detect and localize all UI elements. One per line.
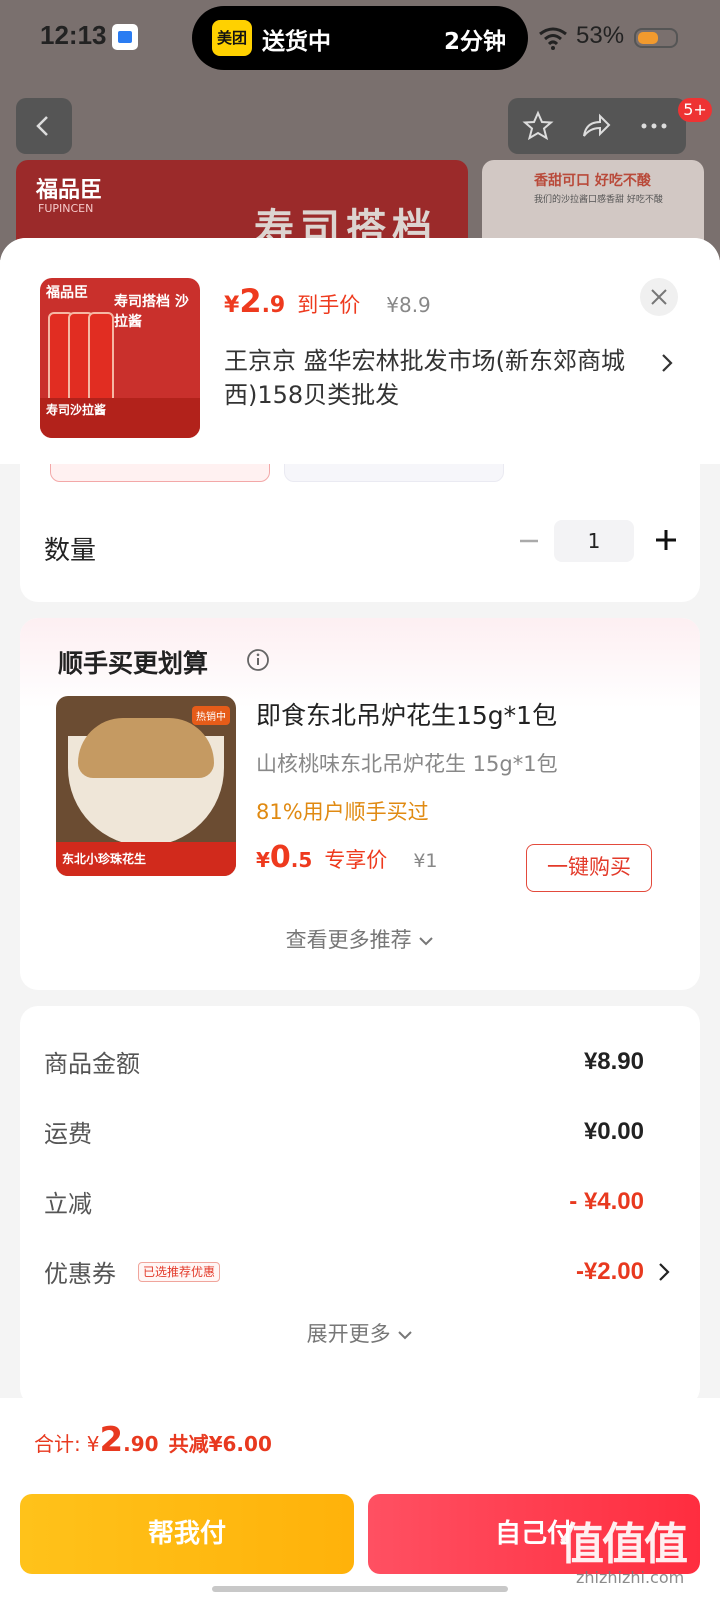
price-decimal: .5 [290,848,313,872]
summary-label: 优惠券 [44,1260,116,1288]
summary-value: ¥8.90 [583,1048,644,1075]
recommend-item-sub: 山核桃味东北吊炉花生 15g*1包 [256,752,558,776]
summary-row-shipping: 运费 ¥0.00 [20,1114,700,1154]
thumb-footer: 寿司沙拉酱 [40,398,200,438]
price-tag: 到手价 [297,293,361,317]
order-sheet: 数量 1 福品臣 寿司搭档 沙拉酱 寿司沙拉酱 ¥ 2 .9 到手价 ¥8.9 … [0,238,720,1600]
recommend-image-footer: 东北小珍珠花生 [56,842,236,876]
thumb-brand: 福品臣 [46,285,88,301]
battery-icon [634,28,678,48]
banner-brand: 福品臣 [36,178,103,203]
notification-badge: 5+ [678,98,712,122]
total-decimal: .90 [123,1432,159,1456]
one-click-buy-button[interactable]: 一键购买 [526,844,652,892]
thumb-title: 寿司搭档 沙拉酱 [114,294,189,330]
recommend-title: 顺手买更划算 [58,649,209,678]
star-icon[interactable] [522,110,554,142]
more-recommend-label: 查看更多推荐 [285,928,412,952]
price-symbol: ¥ [256,848,270,872]
recommend-item-price: ¥ 0 .5 专享价 ¥1 [256,840,438,875]
price-integer: 0 [269,840,291,875]
back-button[interactable] [16,98,72,154]
help-me-pay-button[interactable]: 帮我付 [20,1494,354,1574]
quantity-value[interactable]: 1 [554,520,634,562]
banner-brand-sub: FUPINCEN [38,202,94,215]
more-recommend-link[interactable]: 查看更多推荐 [20,924,700,954]
recommend-card: 顺手买更划算 热销中 东北小珍珠花生 即食东北吊炉花生15g*1包 山核桃味东北… [20,618,700,990]
background-page: 12:13 美团 送货中 2分钟 53% 5+ 福品臣 FUPINCEN 寿司搭… [0,0,720,260]
original-price: ¥1 [413,850,438,872]
chevron-down-icon [419,937,434,946]
total-label: 合计: [34,1432,81,1456]
total-saved: 共减¥6.00 [168,1432,272,1456]
plus-icon[interactable] [650,524,682,556]
notification-app-icon [112,24,138,50]
home-indicator[interactable] [212,1586,508,1592]
summary-value: -¥2.00 [575,1258,644,1285]
summary-row-coupon[interactable]: 优惠券 已选推荐优惠 -¥2.00 [20,1254,700,1294]
price-symbol: ¥ [224,293,240,318]
watermark: 值值值 [560,1519,688,1570]
summary-value: ¥0.00 [583,1118,644,1145]
top-toolbar [508,98,686,154]
summary-value: - ¥4.00 [569,1188,644,1215]
chevron-right-icon[interactable] [658,1262,670,1282]
share-icon[interactable] [580,110,612,142]
order-total: 合计: ¥ 2 .90 共减¥6.00 [34,1420,272,1460]
minus-icon[interactable] [514,526,544,556]
total-integer: 2 [99,1420,124,1460]
status-bar: 12:13 美团 送货中 2分钟 53% [0,0,720,80]
chevron-right-icon[interactable] [660,352,674,374]
quantity-label: 数量 [44,536,97,566]
summary-label: 立减 [44,1190,92,1218]
summary-row-discount: 立减 - ¥4.00 [20,1184,700,1224]
info-icon[interactable] [246,648,270,672]
product-thumbnail: 福品臣 寿司搭档 沙拉酱 寿司沙拉酱 [40,278,200,438]
side-banner-title: 香甜可口 好吃不酸 [534,173,651,189]
delivery-eta: 2分钟 [443,29,506,55]
coupon-tag: 已选推荐优惠 [138,1262,221,1282]
status-time: 12:13 [40,20,107,50]
recommend-item-image[interactable]: 热销中 东北小珍珠花生 [56,696,236,876]
expand-more-label: 展开更多 [306,1322,391,1346]
price-decimal: .9 [261,293,286,318]
close-button[interactable] [640,278,678,316]
watermark-url: zhizhizhi.com [576,1568,685,1587]
chevron-left-icon [36,116,48,136]
product-price: ¥ 2 .9 到手价 ¥8.9 [224,282,431,322]
hot-badge: 热销中 [192,706,230,725]
recommend-item-bought: 81%用户顺手买过 [256,800,429,824]
side-banner-sub: 我们的沙拉酱口感香甜 好吃不酸 [534,195,663,205]
chevron-down-icon [398,1331,413,1340]
price-integer: 2 [239,282,262,320]
price-tag: 专享价 [324,848,388,872]
expand-more-link[interactable]: 展开更多 [20,1318,700,1348]
store-name[interactable]: 王京京 盛华宏林批发市场(新东郊商城西)158贝类批发 [224,344,644,412]
price-summary-card: 商品金额 ¥8.90 运费 ¥0.00 立减 - ¥4.00 优惠券 已选推荐优… [20,1006,700,1406]
summary-label: 商品金额 [44,1050,140,1078]
delivery-status: 送货中 [262,29,331,55]
more-icon[interactable] [638,110,670,142]
product-header: 福品臣 寿司搭档 沙拉酱 寿司沙拉酱 ¥ 2 .9 到手价 ¥8.9 王京京 盛… [0,238,720,464]
dynamic-island[interactable]: 美团 送货中 2分钟 [192,6,528,70]
meituan-logo-icon: 美团 [212,20,252,56]
summary-label: 运费 [44,1120,92,1148]
battery-percent: 53% [576,22,625,49]
close-icon [651,289,667,305]
total-symbol: ¥ [86,1432,100,1456]
summary-row-goods: 商品金额 ¥8.90 [20,1044,700,1084]
original-price: ¥8.9 [386,293,431,317]
wifi-icon [539,27,567,50]
recommend-item-name[interactable]: 即食东北吊炉花生15g*1包 [256,696,557,732]
